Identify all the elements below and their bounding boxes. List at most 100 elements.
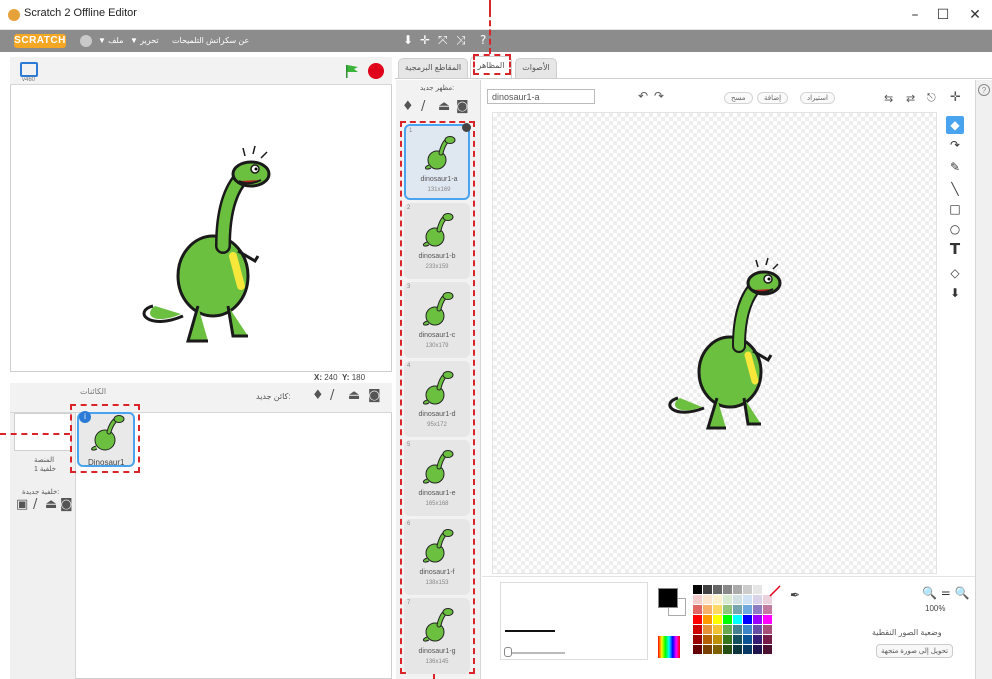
color-swatch[interactable] bbox=[713, 595, 722, 604]
color-picker-gradient[interactable] bbox=[658, 636, 680, 658]
color-swatch[interactable] bbox=[703, 635, 712, 644]
color-swatch[interactable] bbox=[733, 585, 742, 594]
clear-button[interactable]: مسح bbox=[724, 92, 753, 104]
color-swatch[interactable] bbox=[763, 605, 772, 614]
green-flag-icon[interactable] bbox=[345, 64, 359, 78]
minimize-button[interactable]: – bbox=[900, 4, 930, 26]
ellipse-tool-icon[interactable]: ○ bbox=[946, 220, 964, 238]
color-swatch[interactable] bbox=[743, 625, 752, 634]
color-swatch[interactable] bbox=[763, 625, 772, 634]
upload-costume-icon[interactable]: ⏏ bbox=[438, 99, 450, 114]
color-swatch[interactable] bbox=[743, 645, 752, 654]
color-swatch[interactable] bbox=[753, 585, 762, 594]
undo-icon[interactable]: ↶ bbox=[638, 89, 648, 103]
costume-item[interactable]: 7 dinosaur1-g 136x145 bbox=[404, 598, 470, 674]
maximize-button[interactable]: ☐ bbox=[928, 4, 958, 26]
rectangle-tool-icon[interactable]: □ bbox=[946, 200, 964, 218]
text-tool-icon[interactable]: T bbox=[946, 240, 964, 258]
costume-item[interactable]: 3 dinosaur1-c 130x179 bbox=[404, 282, 470, 358]
delete-costume-icon[interactable] bbox=[462, 123, 471, 132]
zoom-out-icon[interactable]: 🔍 bbox=[922, 586, 937, 600]
menu-file[interactable]: ▼ ملف bbox=[98, 36, 123, 45]
convert-to-vector-button[interactable]: تحويل إلى صورة متجهة bbox=[876, 644, 954, 658]
color-swatch[interactable] bbox=[723, 625, 732, 634]
paint-sprite-icon[interactable]: / bbox=[330, 388, 334, 403]
menu-edit[interactable]: ▼ تحرير bbox=[130, 36, 159, 45]
tab-sounds[interactable]: الأصوات bbox=[515, 58, 557, 78]
color-swatch[interactable] bbox=[713, 625, 722, 634]
color-swatch[interactable] bbox=[753, 625, 762, 634]
color-swatch[interactable] bbox=[703, 605, 712, 614]
choose-backdrop-icon[interactable]: ▣ bbox=[16, 497, 28, 512]
color-swatch[interactable] bbox=[713, 645, 722, 654]
presentation-mode-icon[interactable] bbox=[20, 62, 38, 77]
shrink-icon[interactable]: ⤨ bbox=[456, 33, 466, 48]
camera-sprite-icon[interactable]: ◙ bbox=[368, 388, 381, 403]
fill-tool-icon[interactable]: ◇ bbox=[946, 264, 964, 282]
color-swatch[interactable] bbox=[713, 605, 722, 614]
color-swatch[interactable] bbox=[743, 595, 752, 604]
color-swatch[interactable] bbox=[733, 625, 742, 634]
color-swatch[interactable] bbox=[743, 615, 752, 624]
choose-costume-icon[interactable]: ♦ bbox=[402, 99, 414, 114]
line-width-slider-knob[interactable] bbox=[504, 647, 512, 657]
language-globe-icon[interactable] bbox=[80, 35, 92, 47]
menu-tips[interactable]: التلميحات bbox=[172, 36, 204, 45]
color-swatch[interactable] bbox=[723, 635, 732, 644]
color-swatch[interactable] bbox=[703, 645, 712, 654]
select-tool-icon[interactable]: ◆ bbox=[946, 116, 964, 134]
stage-canvas[interactable] bbox=[11, 86, 391, 371]
duplicate-tool-icon[interactable]: ⬇ bbox=[946, 284, 964, 302]
costume-item[interactable]: 1 dinosaur1-a 131x169 bbox=[404, 123, 471, 200]
costume-item[interactable]: 4 dinosaur1-d 95x172 bbox=[404, 361, 470, 437]
color-swatch[interactable] bbox=[723, 645, 732, 654]
zoom-reset-icon[interactable]: = bbox=[941, 586, 951, 600]
costume-name-field[interactable] bbox=[487, 89, 595, 104]
costume-item[interactable]: 2 dinosaur1-b 233x159 bbox=[404, 203, 470, 279]
color-swatch[interactable] bbox=[693, 605, 702, 614]
color-swatch[interactable] bbox=[723, 615, 732, 624]
color-swatch[interactable] bbox=[723, 595, 732, 604]
color-swatch[interactable] bbox=[723, 605, 732, 614]
block-help-icon[interactable]: ? bbox=[480, 33, 486, 47]
color-swatch[interactable] bbox=[763, 635, 772, 644]
redo-icon[interactable]: ↷ bbox=[654, 89, 664, 103]
color-swatch[interactable] bbox=[703, 595, 712, 604]
line-width-slider[interactable] bbox=[505, 652, 565, 654]
color-swatch[interactable] bbox=[753, 595, 762, 604]
color-swatch[interactable] bbox=[733, 615, 742, 624]
color-swatch[interactable] bbox=[693, 585, 702, 594]
eyedropper-icon[interactable]: ✒ bbox=[790, 588, 800, 602]
reshape-tool-icon[interactable]: ↷ bbox=[946, 136, 964, 154]
color-swatch[interactable] bbox=[753, 645, 762, 654]
menu-about[interactable]: عن سكراتش bbox=[206, 36, 249, 45]
tab-scripts[interactable]: المقاطع البرمجية bbox=[398, 58, 468, 78]
color-swatch[interactable] bbox=[753, 615, 762, 624]
import-button[interactable]: استيراد bbox=[800, 92, 835, 104]
primary-color-swatch[interactable] bbox=[658, 588, 678, 608]
color-swatch[interactable] bbox=[743, 585, 752, 594]
color-swatch[interactable] bbox=[703, 615, 712, 624]
color-swatch[interactable] bbox=[703, 625, 712, 634]
color-swatch[interactable] bbox=[693, 645, 702, 654]
color-swatch[interactable] bbox=[743, 635, 752, 644]
color-swatch[interactable] bbox=[753, 635, 762, 644]
costume-item[interactable]: 6 dinosaur1-f 138x153 bbox=[404, 519, 470, 595]
help-icon[interactable]: ? bbox=[978, 84, 990, 96]
upload-backdrop-icon[interactable]: ⏏ bbox=[45, 497, 57, 512]
stage-thumbnail[interactable] bbox=[14, 413, 72, 451]
pencil-tool-icon[interactable]: ✎ bbox=[946, 158, 964, 176]
upload-sprite-icon[interactable]: ⏏ bbox=[348, 388, 360, 403]
camera-backdrop-icon[interactable]: ◙ bbox=[60, 497, 73, 512]
color-swatch[interactable] bbox=[693, 615, 702, 624]
stop-button[interactable] bbox=[368, 63, 384, 79]
paint-backdrop-icon[interactable]: / bbox=[33, 497, 37, 512]
scratch-logo[interactable]: SCRATCH bbox=[14, 34, 66, 48]
color-swatch[interactable] bbox=[733, 645, 742, 654]
color-swatch[interactable] bbox=[733, 595, 742, 604]
color-swatch[interactable] bbox=[743, 605, 752, 614]
color-swatch[interactable] bbox=[693, 625, 702, 634]
flip-vertical-icon[interactable]: ⇄ bbox=[906, 92, 915, 105]
cut-icon[interactable]: ✛ bbox=[420, 33, 430, 47]
color-swatch[interactable] bbox=[763, 645, 772, 654]
